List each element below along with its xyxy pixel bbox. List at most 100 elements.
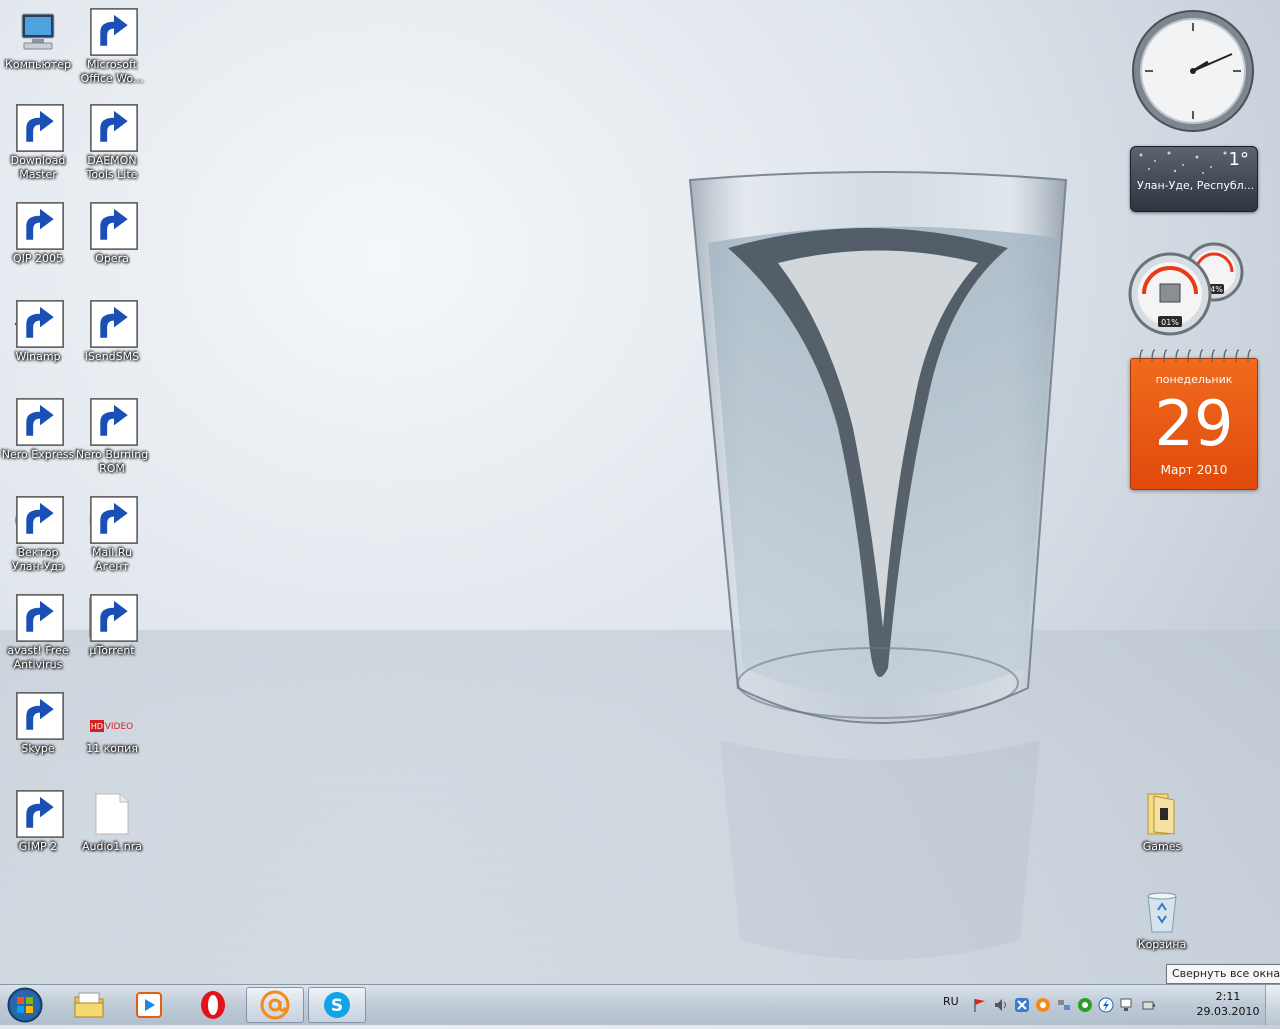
- cpu-usage-text: 01%: [1161, 318, 1179, 327]
- media-player-icon: [136, 992, 162, 1018]
- desktop-icon-gimp[interactable]: GIMP 2: [0, 790, 76, 854]
- desktop-icon-word[interactable]: W Microsoft Office Wo...: [74, 8, 150, 86]
- recycle-bin-icon: [1138, 888, 1186, 936]
- vektor-icon: [14, 496, 64, 544]
- taskbar-mail-agent[interactable]: [246, 987, 304, 1023]
- shortcut-arrow-icon: [90, 300, 138, 348]
- shortcut-arrow-icon: [16, 790, 64, 838]
- shortcut-arrow-icon: [16, 594, 64, 642]
- desktop-icon-vektor[interactable]: Вектор Улан-Удэ: [0, 496, 76, 574]
- desktop-icon-isendsms[interactable]: iSendSMS: [74, 300, 150, 364]
- desktop-icon-audio-file[interactable]: Audio1.nra: [74, 790, 150, 854]
- desktop-icon-recycle-bin[interactable]: Корзина: [1124, 888, 1200, 952]
- qip-tray-icon[interactable]: [1077, 997, 1093, 1013]
- desktop-icon-winamp[interactable]: Winamp: [0, 300, 76, 364]
- calendar-rings-icon: [1139, 349, 1252, 363]
- taskbar-media-player[interactable]: [120, 987, 178, 1023]
- desktop-icon-hd-video[interactable]: HD VIDEO 11 копия: [74, 692, 150, 756]
- opera-icon: [201, 991, 225, 1019]
- shortcut-arrow-icon: [16, 398, 64, 446]
- opera-icon: [88, 202, 138, 250]
- tray-app-x-icon[interactable]: [1014, 997, 1030, 1013]
- desktop-icon-utorrent[interactable]: µ µTorrent: [74, 594, 150, 658]
- winamp-icon: [14, 300, 64, 348]
- desktop-icon-download-master[interactable]: Download Master: [0, 104, 76, 182]
- daemon-tools-icon: [88, 104, 138, 152]
- skype-icon: S: [14, 692, 64, 740]
- desktop-icon-computer[interactable]: Компьютер: [0, 8, 76, 72]
- calendar-gadget[interactable]: понедельник 29 Март 2010: [1130, 348, 1258, 490]
- taskbar-date: 29.03.2010: [1196, 1005, 1260, 1018]
- calendar-month: Март 2010: [1160, 463, 1228, 477]
- daemon-tools-tray-icon[interactable]: [1098, 997, 1114, 1013]
- calendar-weekday: понедельник: [1155, 373, 1233, 386]
- shortcut-arrow-icon: [90, 496, 138, 544]
- desktop-icon-nero-express[interactable]: Nero Express: [0, 398, 76, 462]
- qip-icon: [14, 202, 64, 250]
- word-icon: W: [88, 8, 138, 56]
- desktop-icon-skype[interactable]: S Skype: [0, 692, 76, 756]
- calendar-day: 29: [1154, 387, 1234, 460]
- desktop-icon-nero-burning[interactable]: Nero Burning ROM: [74, 398, 150, 476]
- weather-temperature: 1°: [1228, 149, 1249, 170]
- desktop-icon-mailru[interactable]: Mail.Ru Агент: [74, 496, 150, 574]
- desktop-background-table: [0, 630, 1280, 984]
- weather-city: Улан-Уде, Республ...: [1137, 179, 1255, 192]
- isendsms-icon: [88, 300, 138, 348]
- clock-gadget[interactable]: [1130, 8, 1256, 134]
- taskbar-opera[interactable]: [184, 987, 242, 1023]
- download-master-icon: [14, 104, 64, 152]
- nero-express-icon: [14, 398, 64, 446]
- windows-logo-icon: [7, 987, 43, 1023]
- taskbar-time: 2:11: [1215, 990, 1241, 1003]
- shortcut-arrow-icon: [90, 398, 138, 446]
- action-center-flag-icon[interactable]: [972, 997, 988, 1013]
- weather-gadget[interactable]: 1° Улан-Уде, Республ...: [1130, 146, 1258, 212]
- desktop-icon-opera[interactable]: Opera: [74, 202, 150, 266]
- mail-agent-icon: [88, 496, 138, 544]
- shortcut-arrow-icon: [16, 692, 64, 740]
- start-button[interactable]: [4, 985, 46, 1025]
- shortcut-arrow-icon: [16, 300, 64, 348]
- shortcut-arrow-icon: [90, 104, 138, 152]
- wallpaper-glass-image: [688, 171, 1068, 724]
- desktop-icon-games-folder[interactable]: Games: [1124, 790, 1200, 854]
- network-icon[interactable]: [1119, 997, 1135, 1013]
- hd-badge-text: HD: [91, 722, 103, 731]
- shortcut-arrow-icon: [90, 202, 138, 250]
- cpu-meter-gadget[interactable]: 34% 01%: [1128, 242, 1256, 338]
- wallpaper-glass-reflection: [720, 740, 1040, 960]
- explorer-icon: [74, 992, 104, 1018]
- avast-tray-icon[interactable]: [1035, 997, 1051, 1013]
- shortcut-arrow-icon: [90, 594, 138, 642]
- taskbar-skype[interactable]: S: [308, 987, 366, 1023]
- shortcut-arrow-icon: [90, 8, 138, 56]
- show-desktop-tooltip: Свернуть все окна: [1166, 964, 1280, 984]
- nero-burning-icon: [88, 398, 138, 446]
- taskbar-clock[interactable]: 2:11 29.03.2010: [1196, 989, 1260, 1019]
- hd-video-icon: HD VIDEO: [88, 692, 136, 740]
- blank-file-icon: [88, 790, 136, 838]
- skype-icon: S: [324, 992, 350, 1018]
- show-desktop-button[interactable]: [1265, 985, 1280, 1025]
- shortcut-arrow-icon: [16, 496, 64, 544]
- volume-icon[interactable]: [993, 997, 1009, 1013]
- shortcut-arrow-icon: [16, 104, 64, 152]
- folder-icon: [1138, 790, 1186, 838]
- calendar-page: понедельник 29 Март 2010: [1130, 358, 1258, 490]
- mail-agent-icon: [260, 990, 290, 1020]
- language-indicator[interactable]: RU: [943, 995, 959, 1008]
- network-sharing-icon[interactable]: [1056, 997, 1072, 1013]
- power-icon[interactable]: [1140, 997, 1156, 1013]
- svg-text:S: S: [331, 996, 343, 1016]
- desktop-icon-avast[interactable]: avast! Free Antivirus: [0, 594, 76, 672]
- desktop-icon-daemon-tools[interactable]: DAEMON Tools Lite: [74, 104, 150, 182]
- avast-icon: [14, 594, 64, 642]
- utorrent-icon: µ: [88, 594, 138, 642]
- taskbar: S RU 2:11 29.03.2010: [0, 984, 1280, 1025]
- desktop-icon-qip[interactable]: QIP 2005: [0, 202, 76, 266]
- shortcut-arrow-icon: [16, 202, 64, 250]
- video-badge-text: VIDEO: [105, 722, 134, 732]
- computer-icon: [14, 8, 62, 56]
- taskbar-explorer[interactable]: [60, 987, 118, 1023]
